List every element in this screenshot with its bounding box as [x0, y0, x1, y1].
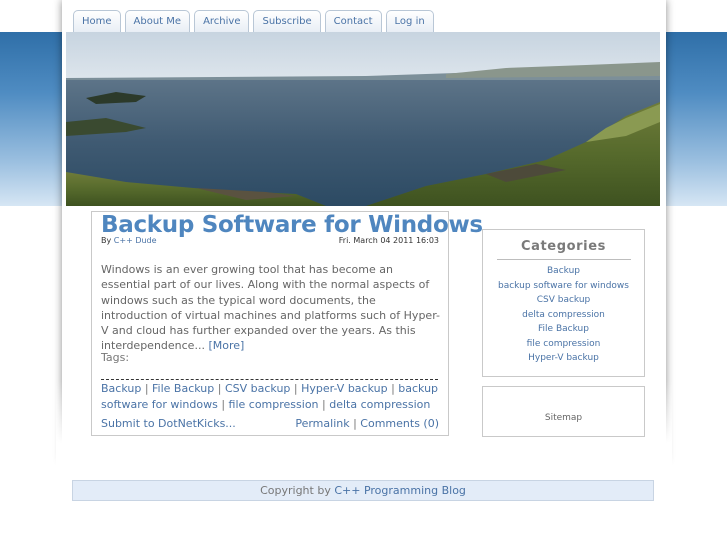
post-excerpt: Windows is an ever growing tool that has… [101, 262, 443, 354]
tag-separator: | [214, 382, 225, 395]
tab-log-in[interactable]: Log in [385, 10, 434, 32]
tag-link[interactable]: Backup [101, 382, 141, 395]
tab-about-me[interactable]: About Me [124, 10, 191, 32]
tag-link[interactable]: delta compression [329, 398, 430, 411]
permalink-link[interactable]: Permalink [295, 417, 349, 430]
tag-link[interactable]: file compression [229, 398, 319, 411]
category-link[interactable]: file compression [483, 337, 644, 352]
categories-divider [496, 259, 631, 260]
tab-home[interactable]: Home [73, 10, 121, 32]
comments-link[interactable]: Comments (0) [360, 417, 439, 430]
post-title[interactable]: Backup Software for Windows [101, 212, 483, 238]
categories-box: Categories Backup backup software for wi… [482, 229, 645, 377]
links-separator: | [349, 417, 361, 430]
tags-label: Tags: [101, 351, 130, 364]
excerpt-text: Windows is an ever growing tool that has… [101, 263, 440, 353]
category-link[interactable]: File Backup [483, 322, 644, 337]
copyright-text: Copyright by [260, 484, 331, 497]
sitemap-link[interactable]: Sitemap [483, 413, 644, 423]
category-link[interactable]: delta compression [483, 308, 644, 323]
main-nav: Home About Me Archive Subscribe Contact … [73, 10, 434, 32]
post-byline: By C++ Dude [101, 236, 157, 245]
tag-link[interactable]: File Backup [152, 382, 214, 395]
category-link[interactable]: CSV backup [483, 293, 644, 308]
tag-separator: | [387, 382, 399, 395]
header-image [66, 32, 660, 206]
byline-prefix: By [101, 236, 112, 245]
tab-contact[interactable]: Contact [324, 10, 382, 32]
tag-separator: | [141, 382, 153, 395]
category-link[interactable]: backup software for windows [483, 279, 644, 294]
tags-divider [101, 379, 438, 380]
tag-separator: | [318, 397, 330, 411]
category-link[interactable]: Hyper-V backup [483, 351, 644, 366]
post-links: Permalink | Comments (0) [295, 417, 439, 430]
footer-blog-link[interactable]: C++ Programming Blog [334, 484, 466, 497]
blog-post: Backup Software for Windows By C++ Dude … [91, 211, 483, 436]
footer: Copyright by C++ Programming Blog [72, 480, 654, 501]
tag-list: Backup | File Backup | CSV backup | Hype… [101, 381, 443, 412]
tab-subscribe[interactable]: Subscribe [253, 10, 321, 32]
sitemap-box: Sitemap [482, 386, 645, 437]
tag-link[interactable]: CSV backup [225, 382, 290, 395]
tag-separator: | [290, 382, 302, 395]
post-date: Fri. March 04 2011 16:03 [338, 236, 439, 245]
tag-link[interactable]: Hyper-V backup [301, 382, 387, 395]
tag-separator: | [217, 397, 229, 411]
more-link[interactable]: [More] [208, 339, 244, 352]
tab-archive[interactable]: Archive [194, 10, 250, 32]
categories-title: Categories [520, 239, 606, 254]
category-link[interactable]: Backup [483, 264, 644, 279]
author-link[interactable]: C++ Dude [114, 236, 157, 245]
submit-dotnetkicks-link[interactable]: Submit to DotNetKicks... [101, 417, 236, 430]
